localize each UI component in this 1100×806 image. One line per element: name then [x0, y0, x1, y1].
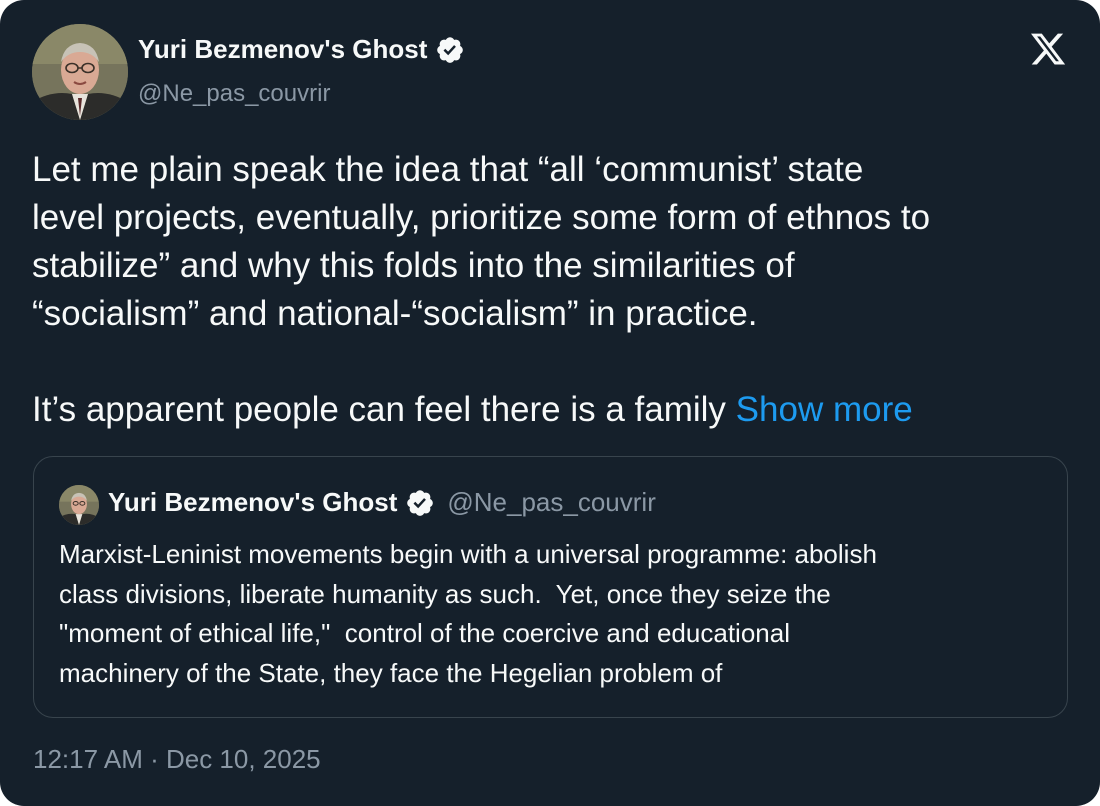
tweet-line: “socialism” and national-“socialism” in …	[32, 294, 758, 333]
tweet-line: It’s apparent people can feel there is a…	[32, 386, 1072, 434]
author-name-row: Yuri Bezmenov's Ghost	[138, 34, 465, 65]
tweet-line: Let me plain speak the idea that “all ‘c…	[32, 150, 864, 189]
quoted-author-row: Yuri Bezmenov's Ghost @Ne_pas_couvrir	[108, 487, 656, 518]
quoted-tweet-body: Marxist-Leninist movements begin with a …	[59, 535, 1049, 693]
show-more-link[interactable]: Show more	[736, 390, 913, 429]
profile-photo-icon	[32, 24, 128, 120]
tweet-timestamp[interactable]: 12:17 AM · Dec 10, 2025	[33, 744, 321, 775]
quoted-author-display-name[interactable]: Yuri Bezmenov's Ghost	[108, 487, 397, 518]
tweet-line: level projects, eventually, prioritize s…	[32, 198, 931, 237]
verified-badge-icon	[405, 488, 435, 518]
author-display-name[interactable]: Yuri Bezmenov's Ghost	[138, 34, 427, 65]
tweet-body: Let me plain speak the idea that “all ‘c…	[32, 146, 1072, 434]
author-avatar[interactable]	[32, 24, 128, 120]
quoted-tweet[interactable]: Yuri Bezmenov's Ghost @Ne_pas_couvrir Ma…	[33, 456, 1068, 718]
x-logo-icon[interactable]	[1028, 30, 1068, 68]
quoted-author-avatar[interactable]	[59, 485, 99, 525]
quoted-author-handle[interactable]: @Ne_pas_couvrir	[447, 487, 655, 518]
quoted-tweet-line: machinery of the State, they face the He…	[59, 657, 723, 688]
quoted-tweet-line: class divisions, liberate humanity as su…	[59, 578, 831, 609]
quoted-tweet-line: Marxist-Leninist movements begin with a …	[59, 539, 877, 569]
tweet-line: stabilize” and why this folds into the s…	[32, 246, 795, 285]
tweet-line-text: It’s apparent people can feel there is a…	[32, 390, 736, 429]
quoted-tweet-line: "moment of ethical life," control of the…	[59, 618, 790, 648]
tweet-card: Yuri Bezmenov's Ghost @Ne_pas_couvrir Le…	[0, 0, 1100, 806]
profile-photo-icon	[59, 485, 99, 525]
verified-badge-icon	[435, 35, 465, 65]
author-handle[interactable]: @Ne_pas_couvrir	[138, 80, 330, 108]
